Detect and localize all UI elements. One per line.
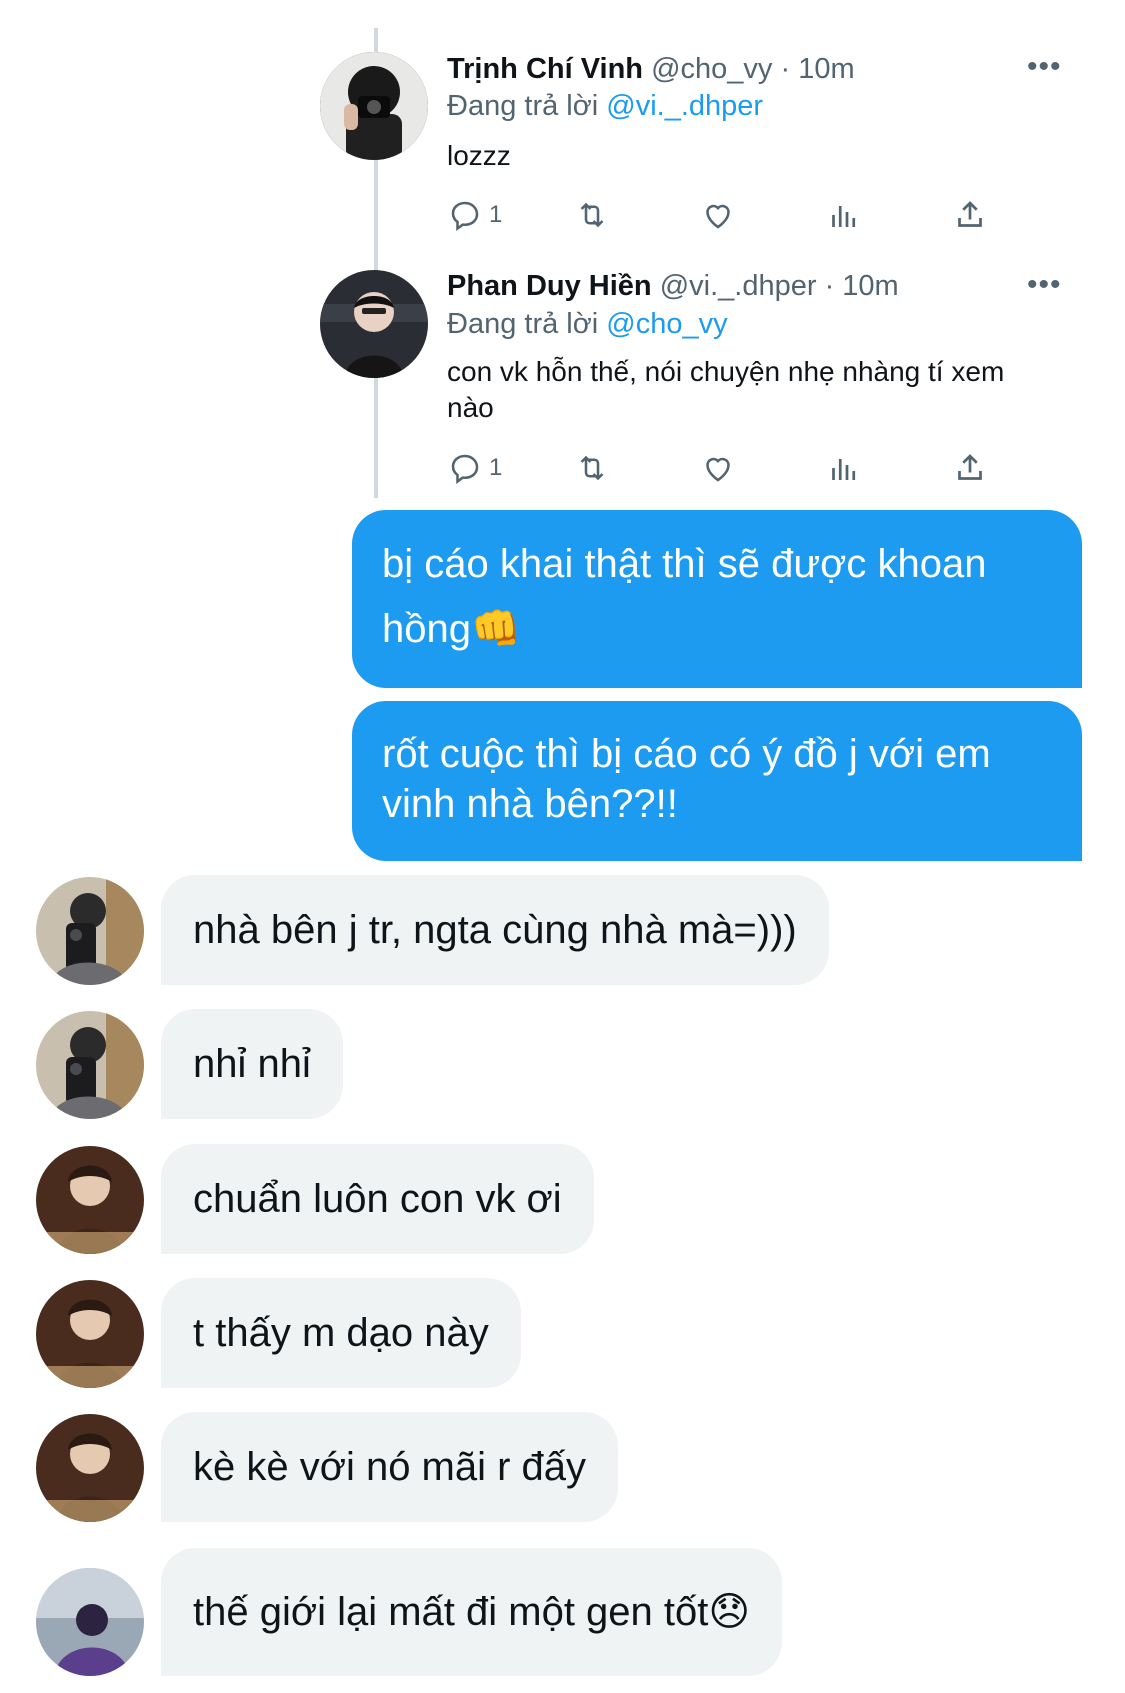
sender-avatar[interactable] — [36, 1414, 144, 1522]
avatar-image — [320, 270, 428, 378]
reply-button[interactable]: 1 — [447, 450, 502, 486]
retweet-button[interactable] — [574, 450, 610, 486]
avatar-image — [36, 1011, 144, 1119]
replying-to-label: Đang trả lời — [447, 90, 599, 122]
views-button[interactable] — [826, 197, 862, 233]
message-text: t thấy m dạo này — [193, 1310, 489, 1355]
share-button[interactable] — [952, 450, 988, 486]
replying-to: Đang trả lời @vi._.dhper — [447, 90, 763, 123]
sender-avatar[interactable] — [36, 1146, 144, 1254]
author-name[interactable]: Phan Duy Hiền — [447, 270, 652, 302]
sender-avatar[interactable] — [36, 1280, 144, 1388]
message-incoming[interactable]: t thấy m dạo này — [161, 1278, 521, 1388]
reply-icon — [451, 454, 479, 485]
message-outgoing[interactable]: bị cáo khai thật thì sẽ được khoan hồng👊 — [352, 510, 1082, 688]
sender-avatar[interactable] — [36, 1568, 144, 1676]
message-text: chuẩn luôn con vk ơi — [193, 1176, 562, 1221]
author-name[interactable]: Trịnh Chí Vinh — [447, 53, 643, 85]
message-text: kè kè với nó mãi r đấy — [193, 1444, 587, 1489]
avatar-image — [36, 1568, 144, 1676]
reply-mention[interactable]: @cho_vy — [606, 308, 727, 340]
avatar[interactable] — [320, 52, 428, 160]
avatar-image — [320, 52, 428, 160]
share-button[interactable] — [952, 197, 988, 233]
like-button[interactable] — [700, 450, 736, 486]
message-incoming[interactable]: nhỉ nhỉ — [161, 1009, 343, 1119]
tweet-header: Phan Duy Hiền @vi._.dhper · 10m — [447, 270, 899, 303]
reply-button[interactable]: 1 — [447, 197, 502, 233]
author-handle[interactable]: @cho_vy — [651, 53, 772, 85]
message-incoming[interactable]: chuẩn luôn con vk ơi — [161, 1144, 594, 1254]
share-icon — [958, 454, 982, 480]
message-text: nhỉ nhỉ — [193, 1041, 311, 1086]
message-text: rốt cuộc thì bị cáo có ý đồ j với em vin… — [382, 732, 991, 826]
message-incoming[interactable]: nhà bên j tr, ngta cùng nhà mà=))) — [161, 875, 829, 985]
tweet-text: con vk hỗn thế, nói chuyện nhẹ nhàng tí … — [447, 356, 1005, 423]
message-outgoing[interactable]: rốt cuộc thì bị cáo có ý đồ j với em vin… — [352, 701, 1082, 861]
sender-avatar[interactable] — [36, 1011, 144, 1119]
message-text: thế giới lại mất đi một gen tốt😞 — [193, 1590, 751, 1634]
retweet-icon — [580, 455, 604, 481]
like-button[interactable] — [700, 197, 736, 233]
analytics-icon — [832, 459, 856, 480]
replying-to: Đang trả lời @cho_vy — [447, 308, 728, 341]
avatar[interactable] — [320, 270, 428, 378]
retweet-button[interactable] — [574, 197, 610, 233]
avatar-image — [36, 1414, 144, 1522]
avatar-image — [36, 1280, 144, 1388]
tweet-timestamp: · 10m — [824, 270, 899, 302]
reply-mention[interactable]: @vi._.dhper — [606, 90, 763, 122]
heart-icon — [706, 457, 730, 482]
tweet-timestamp: · 10m — [780, 53, 855, 85]
replying-to-label: Đang trả lời — [447, 308, 599, 340]
author-handle[interactable]: @vi._.dhper — [660, 270, 817, 302]
message-incoming[interactable]: thế giới lại mất đi một gen tốt😞 — [161, 1548, 783, 1676]
reply-count: 1 — [489, 201, 503, 228]
message-incoming[interactable]: kè kè với nó mãi r đấy — [161, 1412, 619, 1522]
analytics-icon — [832, 206, 856, 227]
reply-count: 1 — [489, 454, 503, 481]
sender-avatar[interactable] — [36, 877, 144, 985]
avatar-image — [36, 877, 144, 985]
tweet-text: lozzz — [447, 140, 511, 171]
avatar-image — [36, 1146, 144, 1254]
more-icon[interactable]: ••• — [1027, 50, 1062, 84]
message-text: bị cáo khai thật thì sẽ được khoan hồng👊 — [382, 542, 987, 651]
reply-icon — [451, 201, 479, 232]
heart-icon — [706, 204, 730, 229]
views-button[interactable] — [826, 450, 862, 486]
message-text: nhà bên j tr, ngta cùng nhà mà=))) — [193, 907, 797, 952]
share-icon — [958, 201, 982, 227]
retweet-icon — [580, 202, 604, 228]
more-icon[interactable]: ••• — [1027, 268, 1062, 302]
tweet-header: Trịnh Chí Vinh @cho_vy · 10m — [447, 53, 855, 86]
